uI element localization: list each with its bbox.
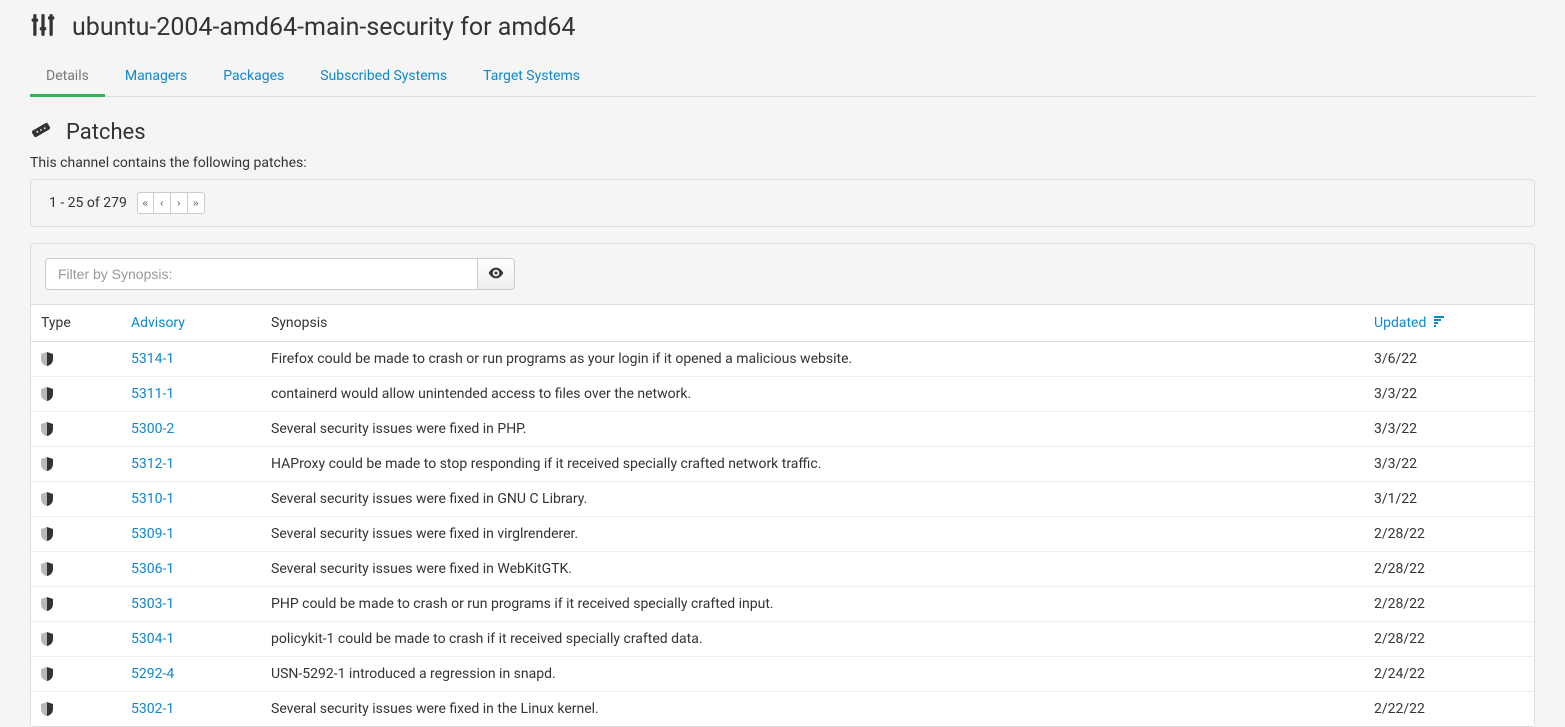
table-row: 5300-2 Several security issues were fixed… — [31, 412, 1534, 447]
tab-target-systems[interactable]: Target Systems — [467, 58, 596, 96]
sort-desc-icon — [1434, 315, 1444, 331]
updated-cell: 3/3/22 — [1364, 447, 1534, 482]
updated-cell: 2/24/22 — [1364, 657, 1534, 692]
synopsis-cell: Firefox could be made to crash or run pr… — [261, 342, 1364, 377]
advisory-link[interactable]: 5292-4 — [131, 666, 174, 682]
table-row: 5312-1 HAProxy could be made to stop resp… — [31, 447, 1534, 482]
shield-icon — [41, 562, 111, 576]
synopsis-cell: HAProxy could be made to stop responding… — [261, 447, 1364, 482]
shield-icon — [41, 527, 111, 541]
synopsis-cell: policykit-1 could be made to crash if it… — [261, 622, 1364, 657]
updated-cell: 3/3/22 — [1364, 412, 1534, 447]
updated-cell: 3/1/22 — [1364, 482, 1534, 517]
column-advisory[interactable]: Advisory — [121, 305, 261, 342]
shield-icon — [41, 702, 111, 716]
table-row: 5306-1 Several security issues were fixed… — [31, 552, 1534, 587]
table-row: 5309-1 Several security issues were fixed… — [31, 517, 1534, 552]
shield-icon — [41, 422, 111, 436]
filter-row — [31, 244, 1534, 304]
updated-cell: 3/6/22 — [1364, 342, 1534, 377]
pagination-range: 1 - 25 of 279 — [49, 195, 127, 211]
filter-synopsis-input[interactable] — [45, 258, 477, 290]
advisory-link[interactable]: 5303-1 — [131, 596, 174, 612]
advisory-link[interactable]: 5300-2 — [131, 421, 174, 437]
patches-panel: Type Advisory Synopsis Updated 5314-1 Fir… — [30, 243, 1535, 727]
shield-icon — [41, 352, 111, 366]
tab-managers[interactable]: Managers — [109, 58, 203, 96]
updated-cell: 2/28/22 — [1364, 587, 1534, 622]
advisory-link[interactable]: 5306-1 — [131, 561, 174, 577]
advisory-link[interactable]: 5311-1 — [131, 386, 174, 402]
column-synopsis: Synopsis — [261, 305, 1364, 342]
advisory-link[interactable]: 5310-1 — [131, 491, 174, 507]
column-updated[interactable]: Updated — [1364, 305, 1534, 342]
eye-icon — [488, 267, 504, 282]
tabs: DetailsManagersPackagesSubscribed System… — [30, 58, 1535, 97]
page-title: ubuntu-2004-amd64-main-security for amd6… — [72, 13, 575, 42]
filter-apply-button[interactable] — [477, 258, 515, 290]
synopsis-cell: Several security issues were fixed in PH… — [261, 412, 1364, 447]
pagination-toolbar: 1 - 25 of 279 « ‹ › » — [30, 179, 1535, 227]
advisory-link[interactable]: 5314-1 — [131, 351, 174, 367]
advisory-link[interactable]: 5304-1 — [131, 631, 174, 647]
shield-icon — [41, 457, 111, 471]
synopsis-cell: USN-5292-1 introduced a regression in sn… — [261, 657, 1364, 692]
updated-cell: 2/28/22 — [1364, 517, 1534, 552]
table-row: 5314-1 Firefox could be made to crash or … — [31, 342, 1534, 377]
section-description: This channel contains the following patc… — [30, 155, 1535, 171]
advisory-link[interactable]: 5312-1 — [131, 456, 174, 472]
shield-icon — [41, 597, 111, 611]
section-header: Patches — [30, 119, 1535, 145]
table-row: 5311-1 containerd would allow unintended … — [31, 377, 1534, 412]
updated-cell: 2/22/22 — [1364, 692, 1534, 727]
section-title: Patches — [66, 120, 146, 145]
pager: « ‹ › » — [137, 192, 205, 214]
table-row: 5303-1 PHP could be made to crash or run … — [31, 587, 1534, 622]
synopsis-cell: Several security issues were fixed in We… — [261, 552, 1364, 587]
shield-icon — [41, 632, 111, 646]
synopsis-cell: PHP could be made to crash or run progra… — [261, 587, 1364, 622]
table-row: 5302-1 Several security issues were fixed… — [31, 692, 1534, 727]
synopsis-cell: Several security issues were fixed in th… — [261, 692, 1364, 727]
advisory-link[interactable]: 5309-1 — [131, 526, 174, 542]
synopsis-cell: Several security issues were fixed in vi… — [261, 517, 1364, 552]
table-row: 5292-4 USN-5292-1 introduced a regression… — [31, 657, 1534, 692]
patches-table: Type Advisory Synopsis Updated 5314-1 Fir… — [31, 304, 1534, 726]
updated-cell: 2/28/22 — [1364, 622, 1534, 657]
synopsis-cell: containerd would allow unintended access… — [261, 377, 1364, 412]
shield-icon — [41, 387, 111, 401]
tab-packages[interactable]: Packages — [207, 58, 300, 96]
page-header: ubuntu-2004-amd64-main-security for amd6… — [30, 0, 1535, 58]
sliders-icon — [30, 12, 56, 42]
updated-cell: 3/3/22 — [1364, 377, 1534, 412]
shield-icon — [41, 667, 111, 681]
table-row: 5304-1 policykit-1 could be made to crash… — [31, 622, 1534, 657]
pager-last-button[interactable]: » — [188, 192, 205, 214]
updated-cell: 2/28/22 — [1364, 552, 1534, 587]
advisory-link[interactable]: 5302-1 — [131, 701, 174, 717]
table-row: 5310-1 Several security issues were fixed… — [31, 482, 1534, 517]
pager-next-button[interactable]: › — [171, 192, 188, 214]
synopsis-cell: Several security issues were fixed in GN… — [261, 482, 1364, 517]
pager-prev-button[interactable]: ‹ — [154, 192, 171, 214]
patches-icon — [30, 119, 52, 145]
column-updated-label: Updated — [1374, 315, 1426, 331]
pager-first-button[interactable]: « — [137, 192, 154, 214]
column-type: Type — [31, 305, 121, 342]
tab-subscribed-systems[interactable]: Subscribed Systems — [304, 58, 463, 96]
tab-details[interactable]: Details — [30, 58, 105, 97]
shield-icon — [41, 492, 111, 506]
